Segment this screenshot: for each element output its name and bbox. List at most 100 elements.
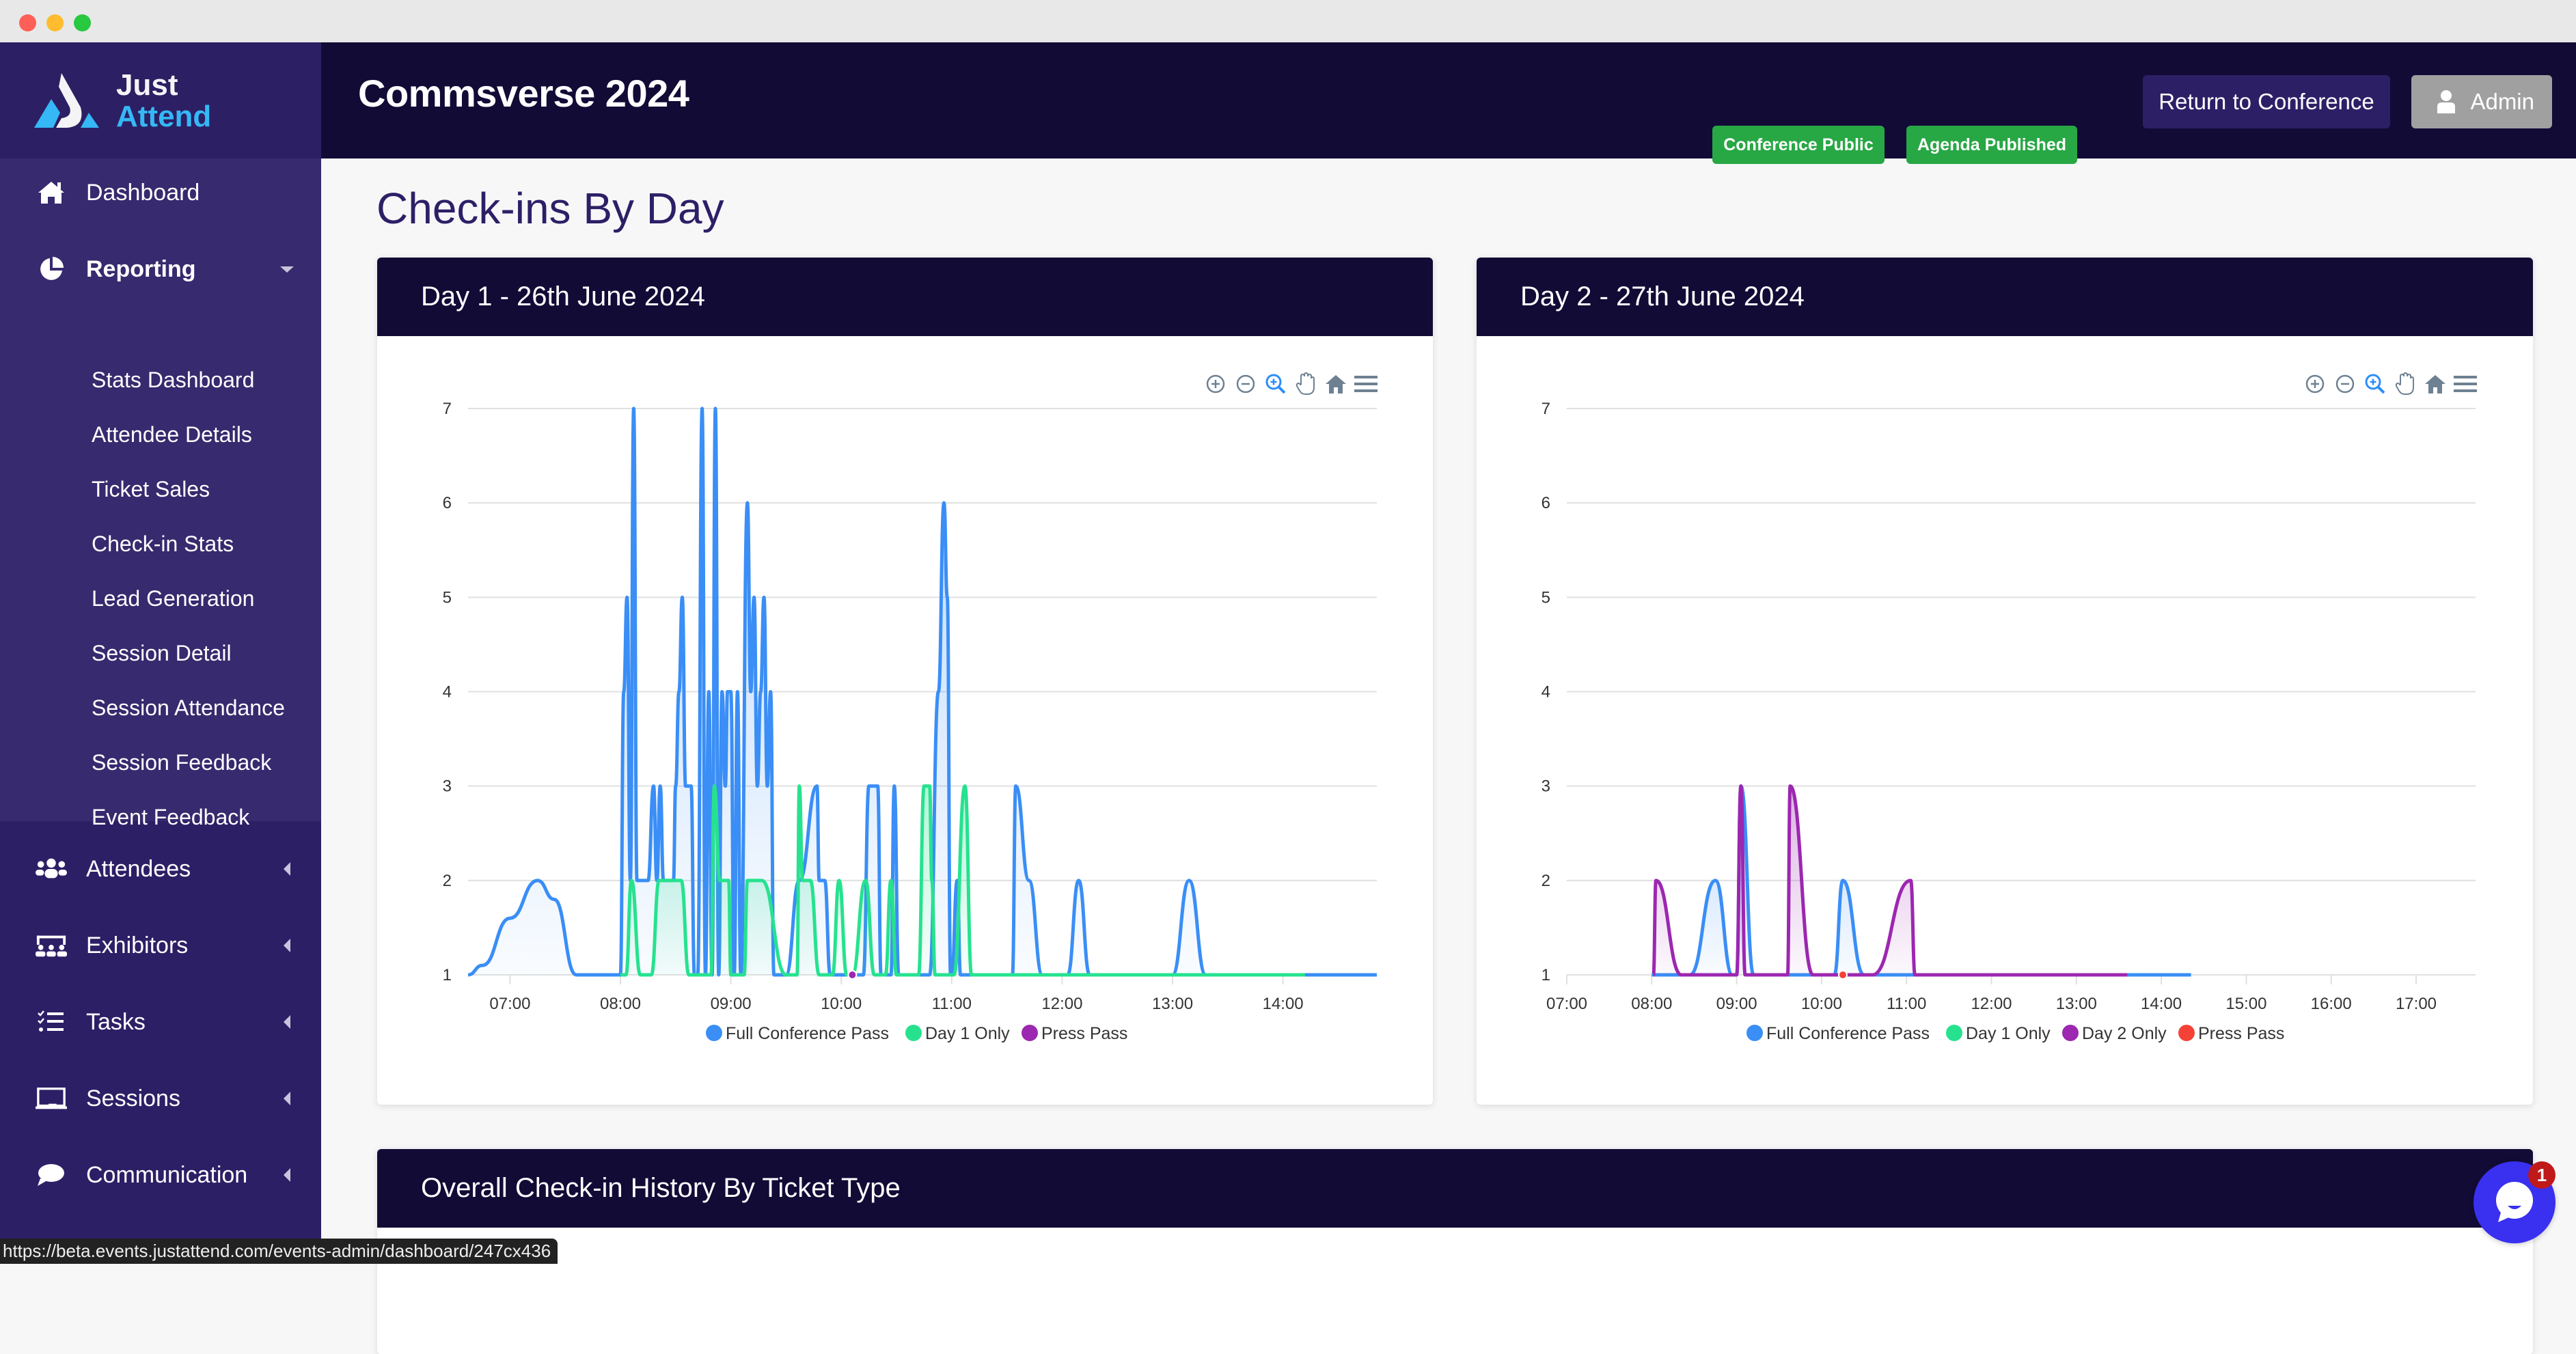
sidebar-subitem-event-feedback[interactable]: Event Feedback <box>92 805 249 830</box>
legend-marker <box>1746 1025 1763 1041</box>
sidebar-item-label: Sessions <box>86 1085 180 1111</box>
legend-item[interactable]: Press Pass <box>1022 1024 1127 1043</box>
window-minimize-button[interactable] <box>46 14 64 31</box>
logo[interactable]: Just Attend <box>0 42 321 158</box>
sidebar-item-label: Reporting <box>86 255 196 282</box>
sidebar-item-label: Tasks <box>86 1008 146 1035</box>
sidebar-subitem-ticket-sales[interactable]: Ticket Sales <box>92 477 210 502</box>
chevron-left-icon <box>284 939 290 952</box>
legend-label: Day 2 Only <box>2082 1024 2167 1043</box>
legend-item[interactable]: Day 2 Only <box>2062 1024 2167 1043</box>
chat-unread-badge: 1 <box>2528 1161 2556 1189</box>
sidebar-subitem-check-in-stats[interactable]: Check-in Stats <box>92 531 234 557</box>
y-tick-label: 6 <box>443 494 452 512</box>
legend-label: Full Conference Pass <box>1766 1024 1930 1043</box>
sidebar-item-label: Dashboard <box>86 179 200 206</box>
laptop-icon <box>36 1083 67 1114</box>
exhibitors-icon <box>36 930 67 961</box>
x-tick-label: 07:00 <box>1546 995 1587 1013</box>
y-tick-label: 3 <box>1542 777 1550 796</box>
legend-item[interactable]: Press Pass <box>2178 1024 2284 1043</box>
task-list-icon <box>36 1006 67 1038</box>
sidebar-item-exhibitors[interactable]: Exhibitors <box>0 911 321 980</box>
day1-checkins-chart[interactable]: 1 2 3 4 5 6 7 07:00 08:00 09:00 10:00 11:00 12:00 13:… <box>377 258 1433 1105</box>
y-tick-label: 3 <box>443 777 452 796</box>
y-tick-label: 2 <box>443 872 452 890</box>
sidebar-item-tasks[interactable]: Tasks <box>0 988 321 1056</box>
window-close-button[interactable] <box>19 14 36 31</box>
chevron-left-icon <box>284 1168 290 1182</box>
legend-item[interactable]: Day 1 Only <box>905 1024 1010 1043</box>
chevron-down-icon <box>280 266 294 273</box>
legend-marker <box>2062 1025 2079 1041</box>
x-tick-label: 09:00 <box>1716 995 1757 1013</box>
sidebar: Just Attend Dashboard Reporting Stats Da… <box>0 42 321 1265</box>
legend-label: Press Pass <box>2198 1024 2284 1043</box>
legend-marker <box>706 1025 722 1041</box>
window-maximize-button[interactable] <box>74 14 91 31</box>
x-tick-label: 14:00 <box>2141 995 2182 1013</box>
sidebar-item-reporting[interactable]: Reporting <box>0 235 321 303</box>
legend-item[interactable]: Day 1 Only <box>1946 1024 2051 1043</box>
x-tick-label: 17:00 <box>2396 995 2437 1013</box>
overall-history-card: Overall Check-in History By Ticket Type <box>377 1149 2533 1354</box>
y-tick-label: 7 <box>1542 400 1550 418</box>
sidebar-item-attendees[interactable]: Attendees <box>0 835 321 903</box>
pie-chart-icon <box>36 253 67 285</box>
sidebar-subitem-attendee-details[interactable]: Attendee Details <box>92 422 252 447</box>
legend-item[interactable]: Full Conference Pass <box>1746 1024 1930 1043</box>
day2-checkins-chart[interactable]: 1 2 3 4 5 6 7 07:00 08:00 09:00 10:00 11:00 12:00 13:… <box>1477 258 2533 1105</box>
sidebar-item-dashboard[interactable]: Dashboard <box>0 158 321 227</box>
series-marker <box>847 970 858 980</box>
series-marker <box>1837 970 1848 980</box>
sidebar-subitem-session-attendance[interactable]: Session Attendance <box>92 695 285 721</box>
sidebar-subitem-session-feedback[interactable]: Session Feedback <box>92 750 271 775</box>
admin-user-button[interactable]: Admin <box>2411 75 2552 128</box>
legend-marker <box>2178 1025 2195 1041</box>
x-tick-label: 10:00 <box>1801 995 1842 1013</box>
sidebar-subitem-lead-generation[interactable]: Lead Generation <box>92 586 254 611</box>
sidebar-item-communication[interactable]: Communication <box>0 1141 321 1209</box>
sidebar-subitem-session-detail[interactable]: Session Detail <box>92 641 232 666</box>
logo-text-attend: Attend <box>116 100 212 133</box>
sidebar-subitem-stats-dashboard[interactable]: Stats Dashboard <box>92 368 254 393</box>
legend-marker <box>1946 1025 1962 1041</box>
x-tick-label: 11:00 <box>1887 995 1926 1013</box>
legend-item[interactable]: Full Conference Pass <box>706 1024 889 1043</box>
sidebar-item-label: Communication <box>86 1161 248 1188</box>
page-title: Check-ins By Day <box>376 184 724 233</box>
x-tick-label: 08:00 <box>1631 995 1672 1013</box>
legend-marker <box>1022 1025 1038 1041</box>
x-tick-label: 16:00 <box>2311 995 2352 1013</box>
y-tick-label: 1 <box>1542 966 1550 984</box>
nav-upper-section: Dashboard Reporting Stats Dashboard Atte… <box>0 158 321 829</box>
x-tick-label: 13:00 <box>2056 995 2097 1013</box>
sidebar-item-sessions[interactable]: Sessions <box>0 1064 321 1133</box>
return-to-conference-button[interactable]: Return to Conference <box>2143 75 2390 128</box>
x-tick-label: 09:00 <box>711 995 752 1013</box>
x-tick-label: 10:00 <box>821 995 862 1013</box>
legend-label: Press Pass <box>1041 1024 1127 1043</box>
x-tick-label: 15:00 <box>2225 995 2266 1013</box>
y-tick-label: 5 <box>1542 588 1550 607</box>
x-tick-label: 08:00 <box>600 995 641 1013</box>
x-tick-label: 12:00 <box>1971 995 2012 1013</box>
chat-bubble-icon <box>36 1159 67 1191</box>
y-tick-label: 4 <box>443 683 452 702</box>
x-tick-label: 12:00 <box>1041 995 1082 1013</box>
chat-bubble-icon <box>2496 1182 2533 1222</box>
day2-chart-card: Day 2 - 27th June 2024 1 2 3 4 5 6 7 07:00 08:00… <box>1477 258 2533 1105</box>
day1-chart-card: Day 1 - 26th June 2024 1 2 3 4 5 6 7 07:00 08:00… <box>377 258 1433 1105</box>
link-status-url: https://beta.events.justattend.com/event… <box>0 1239 558 1264</box>
users-icon <box>36 853 67 885</box>
y-tick-label: 2 <box>1542 872 1550 890</box>
logo-text-just: Just <box>116 68 178 102</box>
conference-public-badge: Conference Public <box>1712 126 1885 164</box>
logo-text: Just Attend <box>116 70 211 133</box>
x-tick-label: 11:00 <box>932 995 972 1013</box>
x-tick-label: 07:00 <box>489 995 530 1013</box>
overall-history-title: Overall Check-in History By Ticket Type <box>377 1149 2533 1228</box>
agenda-published-badge: Agenda Published <box>1906 126 2077 164</box>
admin-label: Admin <box>2470 89 2534 114</box>
logo-mark-icon <box>34 73 99 128</box>
